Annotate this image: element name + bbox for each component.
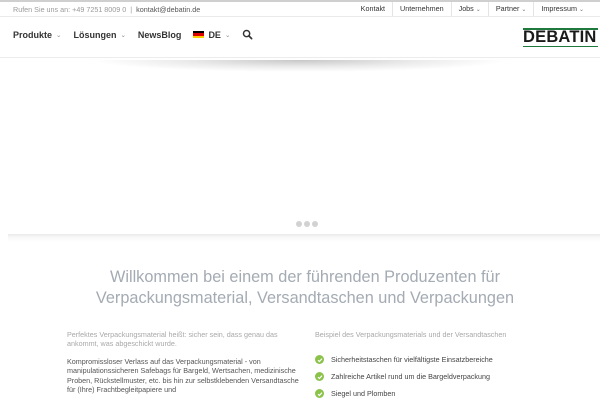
intro-column: Perfektes Verpackungsmaterial heißt: sic… <box>67 330 302 394</box>
slider-dot[interactable] <box>304 221 310 227</box>
slider-pagination <box>296 221 320 227</box>
nav-item-loesungen[interactable]: Lösungen ⌄ <box>73 30 125 40</box>
feature-label: Siegel und Plomben <box>331 389 396 399</box>
welcome-heading: Willkommen bei einem der führenden Produ… <box>0 267 600 309</box>
slider-dot[interactable] <box>312 221 318 227</box>
chevron-down-icon: ⌄ <box>521 7 527 13</box>
chevron-down-icon: ⌄ <box>56 31 62 39</box>
logo-text: DEBATIN <box>523 28 597 46</box>
logo-bottom-bar <box>523 45 598 47</box>
welcome-line-2: Verpackungsmaterial, Versandtaschen und … <box>95 289 515 307</box>
nav-item-newsblog[interactable]: NewsBlog <box>138 30 182 40</box>
debatin-logo[interactable]: DEBATIN <box>523 28 598 47</box>
chevron-down-icon: ⌄ <box>224 31 231 39</box>
top-nav: Kontakt Unternehmen Jobs ⌄ Partner ⌄ Impre… <box>354 2 591 16</box>
feature-title: Beispiel des Verpackungsmaterials und de… <box>315 330 507 339</box>
topnav-label: Partner <box>495 4 520 13</box>
search-icon <box>243 29 253 40</box>
contact-separator: | <box>130 5 133 14</box>
chevron-down-icon: ⌄ <box>578 7 584 13</box>
language-selector[interactable]: DE ⌄ <box>193 30 230 40</box>
topnav-item-unternehmen[interactable]: Unternehmen <box>392 2 451 16</box>
nav-label: Produkte <box>13 29 53 40</box>
chevron-down-icon: ⌄ <box>120 31 126 39</box>
header-divider <box>0 57 600 58</box>
check-circle-icon <box>315 355 324 365</box>
slider-bottom-shadow <box>8 234 600 242</box>
nav-label: Lösungen <box>73 29 117 40</box>
feature-label: Zahlreiche Artikel rund um die Bargeldve… <box>331 372 491 382</box>
main-nav: Produkte ⌄ Lösungen ⌄ NewsBlog DE ⌄ <box>13 29 265 40</box>
contact-info: Rufen Sie uns an: +49 7251 8009 0 | kont… <box>13 5 200 14</box>
topnav-label: Impressum <box>541 4 577 13</box>
topnav-item-partner[interactable]: Partner ⌄ <box>487 2 534 16</box>
nav-item-produkte[interactable]: Produkte ⌄ <box>13 30 61 40</box>
topbar-divider <box>0 16 600 17</box>
feature-column: Beispiel des Verpackungsmaterials und de… <box>315 330 595 402</box>
intro-text: Perfektes Verpackungsmaterial heißt: sic… <box>67 330 278 349</box>
phone-text: Rufen Sie uns an: +49 7251 8009 0 <box>13 5 127 14</box>
topnav-item-kontakt[interactable]: Kontakt <box>354 2 392 16</box>
email-link[interactable]: kontakt@debatin.de <box>136 5 200 14</box>
body-text: Kompromissloser Verlass auf das Verpacku… <box>67 356 299 395</box>
german-flag-icon <box>193 31 205 38</box>
search-button[interactable] <box>242 29 253 40</box>
feature-item: Zahlreiche Artikel rund um die Bargeldve… <box>315 368 595 385</box>
topnav-label: Unternehmen <box>400 4 444 13</box>
slider-dot[interactable] <box>296 221 302 227</box>
topnav-item-impressum[interactable]: Impressum ⌄ <box>533 2 591 16</box>
feature-label: Sicherheitstaschen für vielfältigste Ein… <box>331 355 493 365</box>
chevron-down-icon: ⌄ <box>475 7 481 13</box>
language-label: DE <box>208 29 221 40</box>
topnav-item-jobs[interactable]: Jobs ⌄ <box>450 2 488 16</box>
hero-slider <box>0 63 600 235</box>
check-circle-icon <box>315 372 324 382</box>
header-shadow <box>90 60 510 72</box>
welcome-line-1: Willkommen bei einem der führenden Produ… <box>109 268 501 286</box>
feature-item: Sicherheitstaschen für vielfältigste Ein… <box>315 351 595 368</box>
topnav-label: Jobs <box>458 4 474 13</box>
nav-label: NewsBlog <box>137 29 182 40</box>
topnav-label: Kontakt <box>360 4 386 13</box>
check-circle-icon <box>315 389 324 399</box>
top-bar: Rufen Sie uns an: +49 7251 8009 0 | kont… <box>0 2 600 16</box>
